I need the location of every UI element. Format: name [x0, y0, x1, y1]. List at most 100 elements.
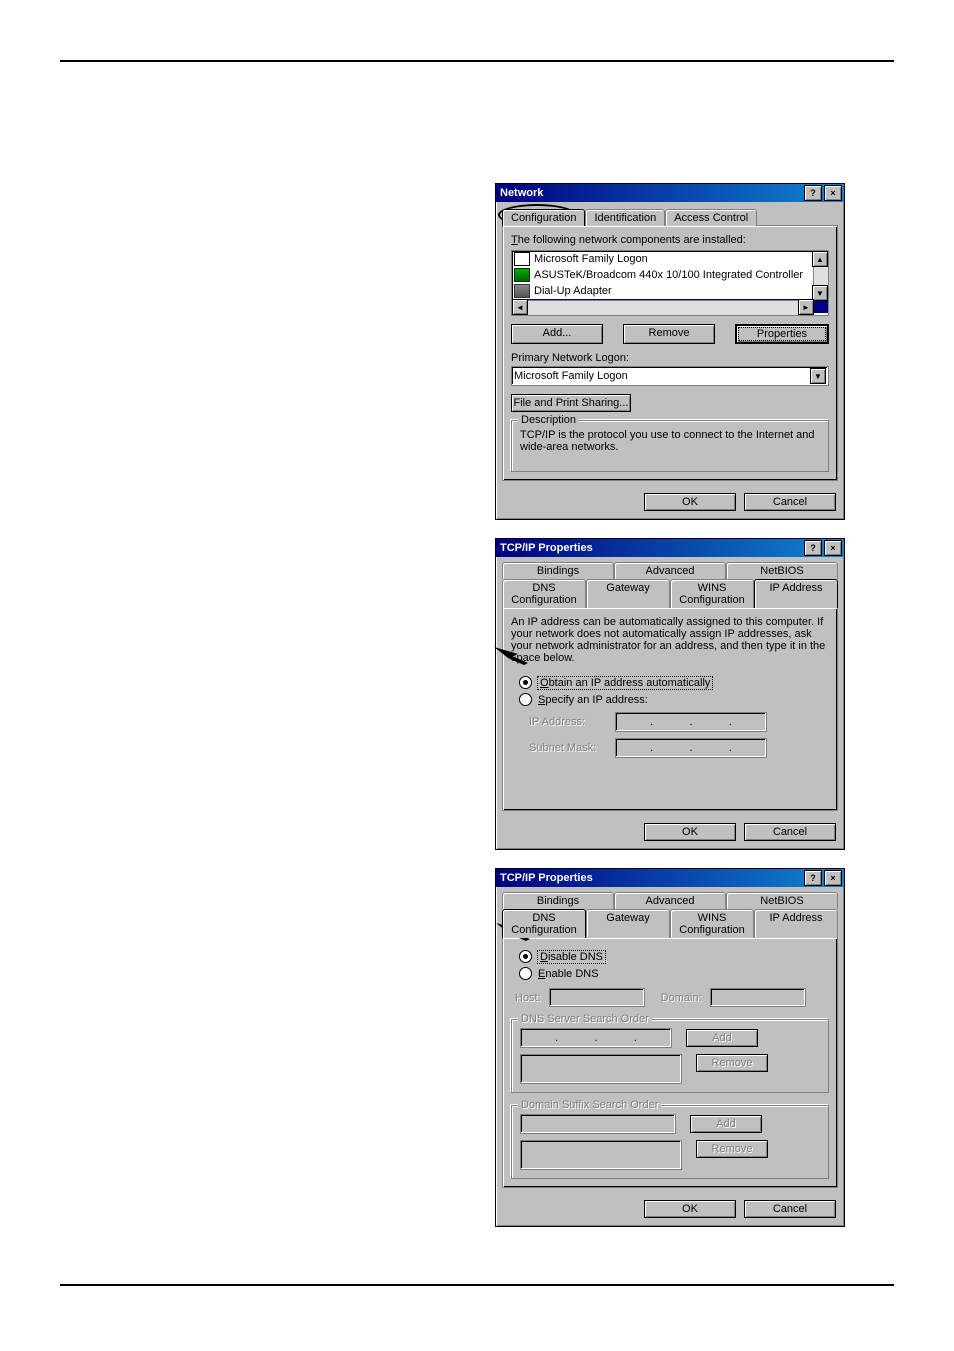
- radio-specify-ip[interactable]: Specify an IP address:: [519, 693, 829, 706]
- tab-gateway[interactable]: Gateway: [586, 579, 670, 608]
- host-input: [549, 988, 645, 1007]
- radio-icon: [519, 676, 532, 689]
- remove-label: Remove: [712, 1143, 753, 1155]
- help-icon[interactable]: ?: [804, 540, 822, 556]
- tab-label: DNS Configuration: [511, 582, 576, 606]
- tab-label: Bindings: [537, 895, 579, 907]
- tab-dns-config[interactable]: DNS Configuration: [502, 579, 586, 608]
- radio-icon: [519, 693, 532, 706]
- ok-button[interactable]: OK: [644, 823, 736, 841]
- tcpip-dns-dialog: TCP/IP Properties ? × Bindings Advanced …: [495, 868, 845, 1227]
- network-titlebar: Network ? ×: [496, 184, 844, 202]
- tcpip-dns-panel: Disable DNS Enable DNS Host: Domain: DNS…: [502, 937, 838, 1188]
- cancel-button[interactable]: Cancel: [744, 1200, 836, 1218]
- tab-label: Gateway: [606, 582, 649, 594]
- tab-wins[interactable]: WINS Configuration: [670, 909, 754, 938]
- suffix-remove-button: Remove: [696, 1140, 768, 1158]
- tcpip-dns-title: TCP/IP Properties: [500, 872, 593, 884]
- domain-label: Domain:: [661, 992, 702, 1004]
- dns-server-order-group: DNS Server Search Order ... Add Remove: [511, 1019, 829, 1093]
- nic-icon: [514, 268, 530, 282]
- radio-obtain-auto[interactable]: Obtain an IP address automatically: [519, 676, 829, 689]
- suffix-order-legend: Domain Suffix Search Order: [518, 1099, 661, 1111]
- primary-logon-combo[interactable]: Microsoft Family Logon ▼: [511, 366, 829, 386]
- tab-advanced[interactable]: Advanced: [614, 892, 726, 909]
- tcpip-ip-dialog: TCP/IP Properties ? × Bindings Advanced …: [495, 538, 845, 850]
- radio-icon: [519, 950, 532, 963]
- radio-disable-dns[interactable]: Disable DNS: [519, 950, 829, 963]
- ok-label: OK: [682, 1203, 698, 1215]
- suffix-order-list: [520, 1140, 682, 1170]
- add-button-label: Add...: [543, 327, 572, 339]
- tab-wins[interactable]: WINS Configuration: [670, 579, 754, 608]
- tab-label: DNS Configuration: [511, 912, 576, 936]
- tab-label: WINS Configuration: [679, 582, 744, 606]
- tab-gateway[interactable]: Gateway: [586, 909, 670, 938]
- radio-obtain-auto-label: Obtain an IP address automatically: [538, 677, 712, 689]
- tab-access-control[interactable]: Access Control: [665, 209, 757, 226]
- network-footer: OK Cancel: [496, 487, 844, 519]
- scroll-down-icon[interactable]: ▼: [812, 285, 828, 301]
- list-item[interactable]: ASUSTeK/Broadcom 440x 10/100 Integrated …: [512, 267, 828, 283]
- list-item-label: Dial-Up Adapter: [534, 285, 612, 297]
- cancel-button[interactable]: Cancel: [744, 493, 836, 511]
- tab-ip-address[interactable]: IP Address: [754, 579, 838, 608]
- close-icon[interactable]: ×: [824, 870, 842, 886]
- tab-advanced[interactable]: Advanced: [614, 562, 726, 579]
- tcpip-ip-footer: OK Cancel: [496, 817, 844, 849]
- list-hscroll[interactable]: [512, 300, 814, 315]
- close-icon[interactable]: ×: [824, 540, 842, 556]
- tab-label: NetBIOS: [760, 565, 803, 577]
- tab-netbios[interactable]: NetBIOS: [726, 562, 838, 579]
- tab-label: NetBIOS: [760, 895, 803, 907]
- properties-button[interactable]: Properties: [735, 324, 829, 344]
- ok-label: OK: [682, 496, 698, 508]
- tab-configuration[interactable]: Configuration: [502, 209, 585, 226]
- network-dialog: Network ? × Configuration Identification…: [495, 183, 845, 520]
- subnet-mask-label: Subnet Mask:: [529, 742, 607, 754]
- ok-button[interactable]: OK: [644, 1200, 736, 1218]
- radio-disable-dns-label: Disable DNS: [538, 951, 605, 963]
- help-icon[interactable]: ?: [804, 870, 822, 886]
- tab-configuration-label: Configuration: [511, 212, 576, 224]
- radio-icon: [519, 967, 532, 980]
- components-list[interactable]: ▲ ▼ ◄ ► Microsoft Family Logon ASUSTeK/B…: [511, 250, 829, 316]
- close-icon[interactable]: ×: [824, 185, 842, 201]
- add-label: Add: [716, 1118, 736, 1130]
- chevron-down-icon[interactable]: ▼: [810, 368, 826, 384]
- page-rule-top: [60, 60, 894, 62]
- cancel-label: Cancel: [773, 1203, 807, 1215]
- tab-bindings[interactable]: Bindings: [502, 892, 614, 909]
- tab-dns-config[interactable]: DNS Configuration: [502, 909, 586, 938]
- scroll-left-icon[interactable]: ◄: [512, 299, 528, 315]
- ok-button[interactable]: OK: [644, 493, 736, 511]
- dns-ip-input: ...: [520, 1028, 672, 1048]
- cancel-button[interactable]: Cancel: [744, 823, 836, 841]
- scroll-up-icon[interactable]: ▲: [812, 251, 828, 267]
- radio-specify-label: Specify an IP address:: [538, 694, 648, 706]
- tab-bindings[interactable]: Bindings: [502, 562, 614, 579]
- suffix-add-button: Add: [690, 1115, 762, 1133]
- file-print-sharing-button[interactable]: File and Print Sharing...: [511, 394, 631, 412]
- tcpip-ip-panel: An IP address can be automatically assig…: [502, 607, 838, 811]
- primary-logon-value: Microsoft Family Logon: [514, 370, 628, 382]
- radio-enable-dns[interactable]: Enable DNS: [519, 967, 829, 980]
- description-legend: Description: [518, 414, 579, 426]
- tab-label: Gateway: [606, 912, 649, 924]
- tab-identification[interactable]: Identification: [585, 209, 665, 226]
- dial-icon: [514, 284, 530, 298]
- cancel-label: Cancel: [773, 496, 807, 508]
- list-item[interactable]: Microsoft Family Logon: [512, 251, 828, 267]
- scroll-right-icon[interactable]: ►: [798, 299, 814, 315]
- ip-blurb: An IP address can be automatically assig…: [511, 616, 829, 664]
- list-item[interactable]: Dial-Up Adapter: [512, 283, 828, 299]
- help-icon[interactable]: ?: [804, 185, 822, 201]
- remove-button[interactable]: Remove: [623, 324, 715, 344]
- add-button[interactable]: Add...: [511, 324, 603, 344]
- tab-netbios[interactable]: NetBIOS: [726, 892, 838, 909]
- radio-enable-dns-label: Enable DNS: [538, 968, 599, 980]
- tcpip-ip-tabs: Bindings Advanced NetBIOS DNS Configurat…: [496, 557, 844, 607]
- ip-address-label: IP Address:: [529, 716, 607, 728]
- tab-ip-address[interactable]: IP Address: [754, 909, 838, 938]
- network-title: Network: [500, 187, 543, 199]
